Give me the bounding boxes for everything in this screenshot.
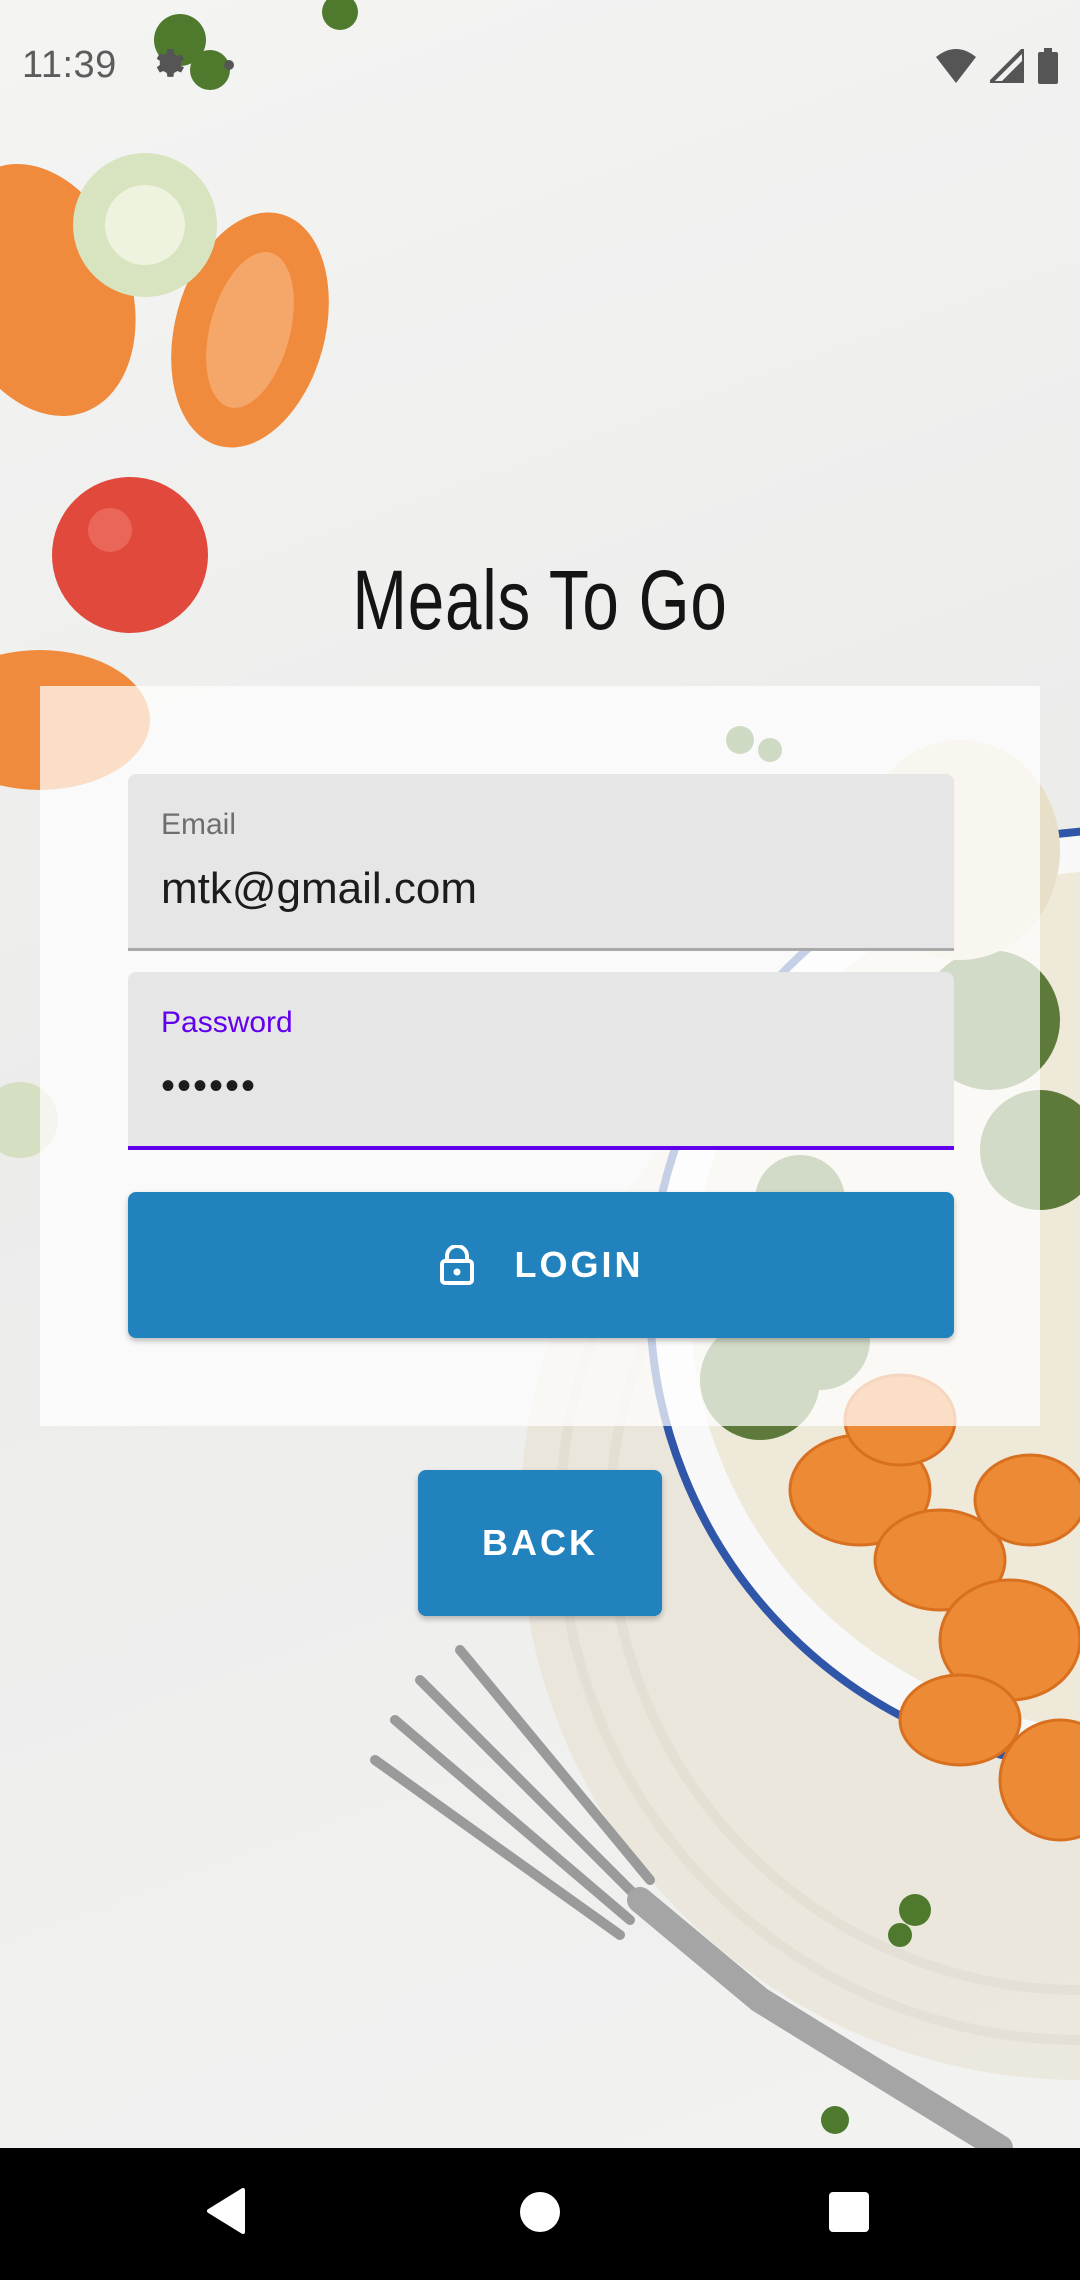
navigation-bar [0, 2148, 1080, 2280]
password-field[interactable]: Password •••••• [128, 972, 954, 1150]
notification-dot-icon [224, 60, 234, 70]
back-triangle-icon[interactable] [205, 2188, 245, 2234]
back-button[interactable]: BACK [418, 1470, 662, 1616]
gear-icon [156, 49, 185, 77]
back-button-label: BACK [482, 1522, 598, 1563]
password-label: Password [161, 1006, 293, 1039]
status-icons [936, 46, 1058, 86]
email-label: Email [161, 808, 237, 841]
email-value[interactable]: mtk@gmail.com [161, 864, 477, 914]
lock-icon [439, 1245, 474, 1285]
status-bar: 11:39 [0, 0, 1080, 136]
password-value[interactable]: •••••• [161, 1064, 257, 1109]
login-button-label: LOGIN [514, 1244, 644, 1285]
email-field[interactable]: Email mtk@gmail.com [128, 774, 954, 951]
status-time: 11:39 [22, 44, 117, 86]
signal-icon [990, 49, 1024, 83]
app-title: Meals To Go [352, 553, 728, 647]
login-button[interactable]: LOGIN [128, 1192, 954, 1338]
home-circle-icon[interactable] [520, 2192, 560, 2232]
battery-icon [1038, 48, 1058, 84]
recents-square-icon[interactable] [829, 2192, 869, 2232]
wifi-icon [936, 49, 976, 83]
